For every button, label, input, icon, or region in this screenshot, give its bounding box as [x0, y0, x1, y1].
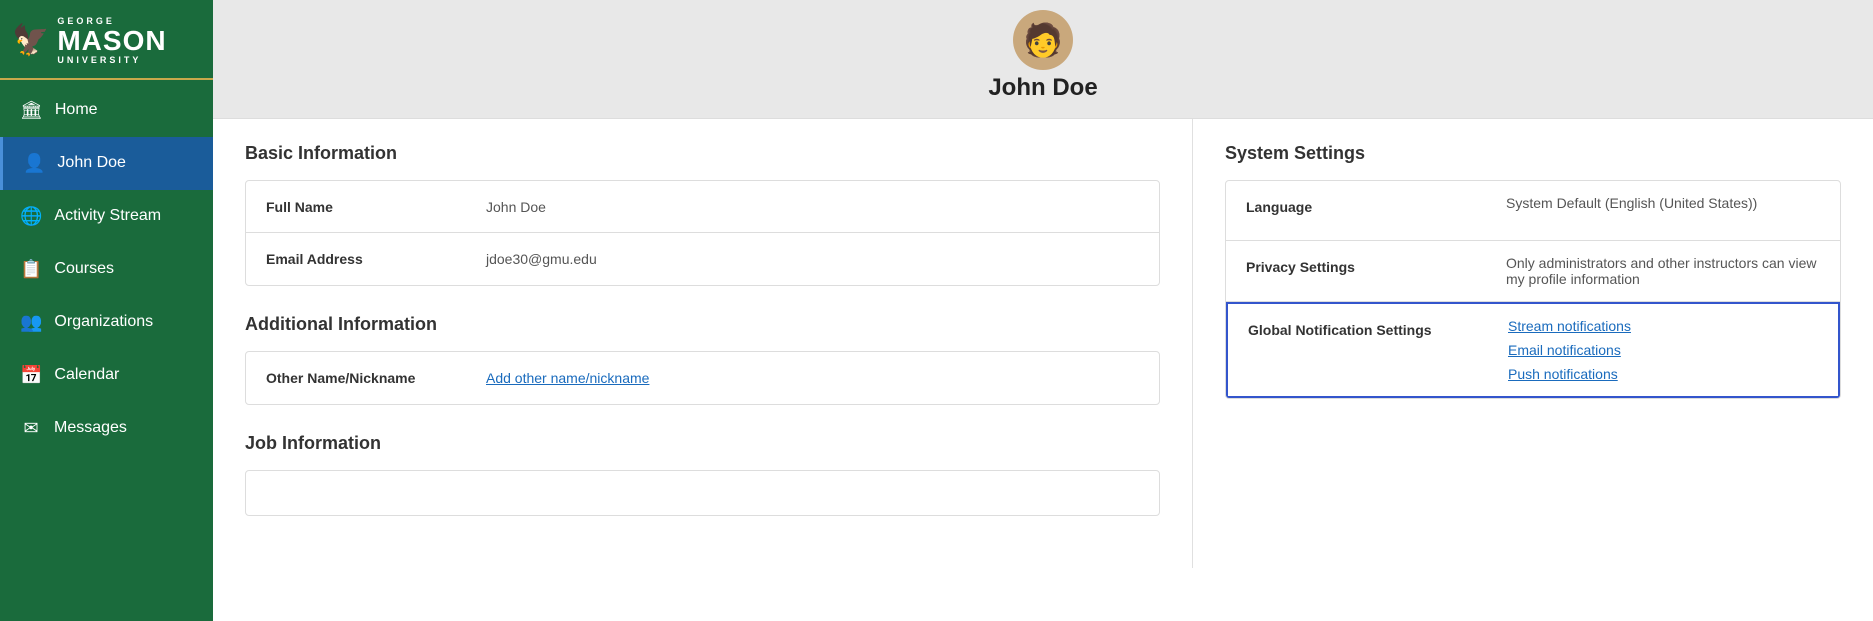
privacy-label: Privacy Settings: [1226, 241, 1486, 301]
avatar: 🧑: [1013, 10, 1073, 70]
notification-label: Global Notification Settings: [1228, 304, 1488, 396]
job-placeholder-value: [466, 479, 1159, 507]
language-row: Language System Default (English (United…: [1226, 181, 1840, 241]
table-row: [246, 471, 1159, 515]
full-name-label: Full Name: [246, 185, 466, 229]
logo-icon: 🦅: [12, 23, 49, 58]
notification-row: Global Notification Settings Stream noti…: [1226, 302, 1840, 398]
logo-text: GEORGE MASON UNIVERSITY: [57, 16, 166, 66]
additional-information-table: Other Name/Nickname Add other name/nickn…: [245, 351, 1160, 405]
content-area: Basic Information Full Name John Doe Ema…: [213, 119, 1873, 568]
main-content: 🧑 John Doe Basic Information Full Name J…: [213, 0, 1873, 621]
table-row: Email Address jdoe30@gmu.edu: [246, 233, 1159, 285]
job-information-table: [245, 470, 1160, 516]
sidebar-item-home[interactable]: 🏛 Home: [0, 84, 213, 137]
user-icon: 👤: [23, 153, 45, 174]
sidebar-item-messages[interactable]: ✉ Messages: [0, 402, 213, 455]
email-notifications-link[interactable]: Email notifications: [1508, 342, 1631, 358]
home-icon: 🏛: [20, 100, 43, 121]
sidebar-nav: 🏛 Home 👤 John Doe 🌐 Activity Stream 📋 Co…: [0, 80, 213, 455]
additional-information-title: Additional Information: [245, 314, 1160, 335]
sidebar-item-john-doe[interactable]: 👤 John Doe: [0, 137, 213, 190]
language-label: Language: [1226, 181, 1486, 240]
language-value: System Default (English (United States)): [1486, 181, 1840, 240]
notification-links: Stream notifications Email notifications…: [1488, 304, 1651, 396]
system-settings-table: Language System Default (English (United…: [1225, 180, 1841, 399]
profile-name: John Doe: [213, 74, 1873, 102]
courses-icon: 📋: [20, 259, 42, 280]
full-name-value: John Doe: [466, 185, 1159, 229]
organizations-icon: 👥: [20, 312, 42, 333]
basic-information-title: Basic Information: [245, 143, 1160, 164]
sidebar-item-courses[interactable]: 📋 Courses: [0, 243, 213, 296]
messages-icon: ✉: [20, 418, 42, 439]
job-information-title: Job Information: [245, 433, 1160, 454]
job-placeholder-label: [246, 479, 466, 507]
other-name-label: Other Name/Nickname: [246, 356, 466, 400]
calendar-icon: 📅: [20, 365, 42, 386]
right-column: System Settings Language System Default …: [1193, 119, 1873, 568]
add-nickname-link[interactable]: Add other name/nickname: [486, 370, 649, 386]
push-notifications-link[interactable]: Push notifications: [1508, 366, 1631, 382]
table-row: Full Name John Doe: [246, 181, 1159, 233]
other-name-value: Add other name/nickname: [466, 356, 1159, 400]
privacy-row: Privacy Settings Only administrators and…: [1226, 241, 1840, 302]
globe-icon: 🌐: [20, 206, 42, 227]
profile-header: 🧑 John Doe: [213, 0, 1873, 119]
basic-information-table: Full Name John Doe Email Address jdoe30@…: [245, 180, 1160, 286]
sidebar-item-organizations[interactable]: 👥 Organizations: [0, 296, 213, 349]
sidebar-item-activity-stream[interactable]: 🌐 Activity Stream: [0, 190, 213, 243]
email-address-value: jdoe30@gmu.edu: [466, 237, 1159, 281]
table-row: Other Name/Nickname Add other name/nickn…: [246, 352, 1159, 404]
sidebar-item-calendar[interactable]: 📅 Calendar: [0, 349, 213, 402]
privacy-value: Only administrators and other instructor…: [1486, 241, 1840, 301]
stream-notifications-link[interactable]: Stream notifications: [1508, 318, 1631, 334]
sidebar: 🦅 GEORGE MASON UNIVERSITY 🏛 Home 👤 John …: [0, 0, 213, 621]
left-column: Basic Information Full Name John Doe Ema…: [213, 119, 1193, 568]
sidebar-logo: 🦅 GEORGE MASON UNIVERSITY: [0, 0, 213, 80]
email-address-label: Email Address: [246, 237, 466, 281]
system-settings-title: System Settings: [1225, 143, 1841, 164]
